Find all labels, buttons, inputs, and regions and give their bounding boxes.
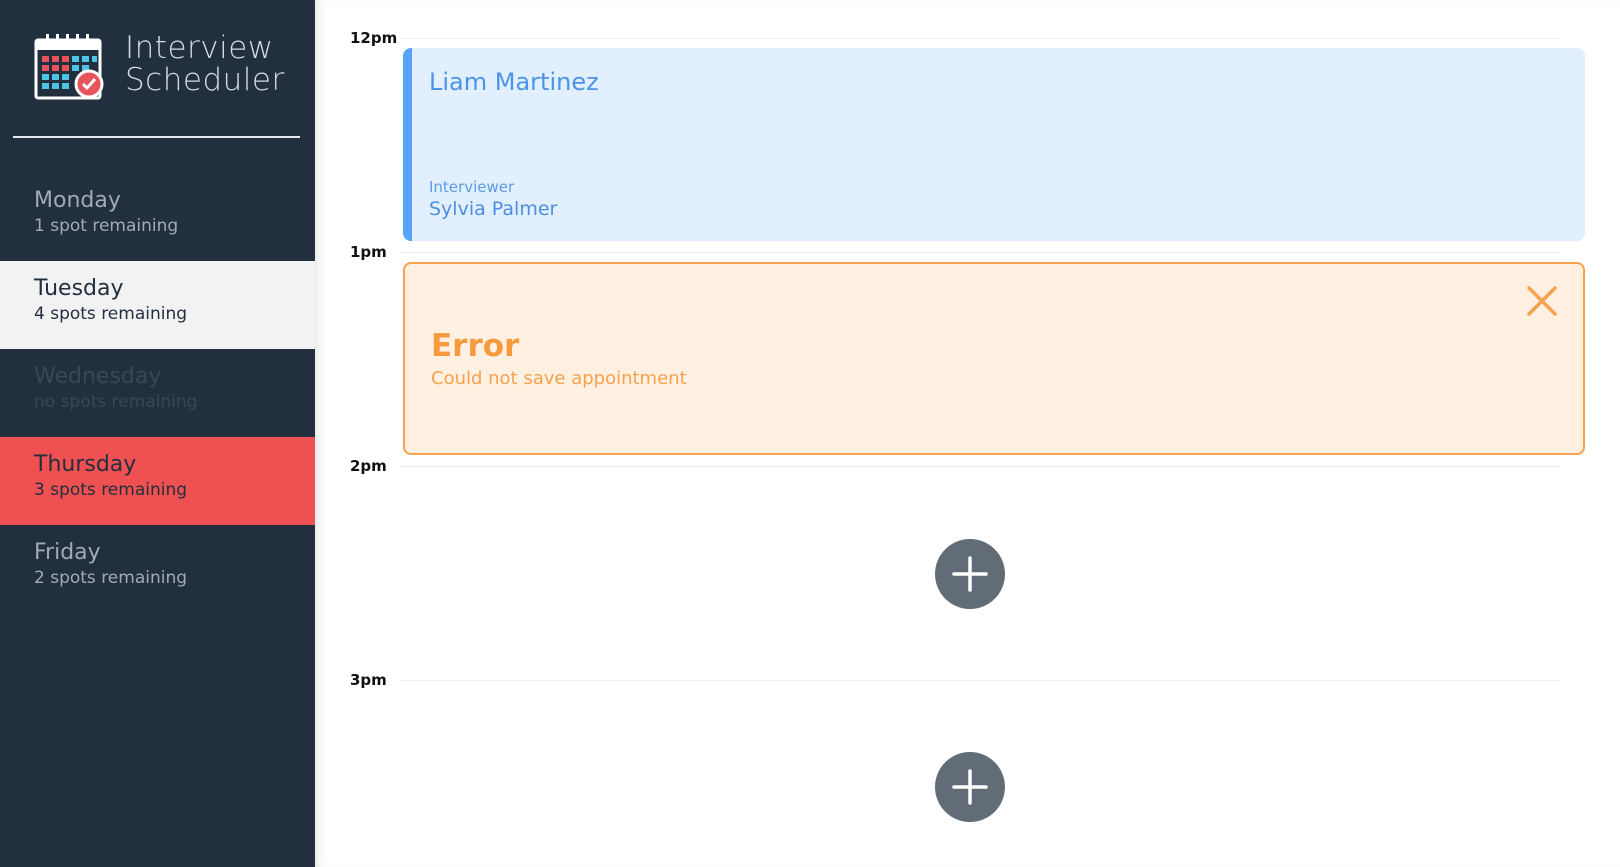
schedule: 12pm 1pm 2pm 3pm Liam Martinez Interview… [315,0,1620,867]
time-label-12pm: 12pm [350,29,398,47]
app-title: Interview Scheduler [125,30,285,98]
day-name: Monday [34,188,121,213]
sidebar: Interview Scheduler Monday 1 spot remain… [0,0,315,867]
day-item-thursday[interactable]: Thursday 3 spots remaining [0,437,315,525]
day-name: Tuesday [34,276,124,301]
plus-icon [935,752,1005,822]
brand: Interview Scheduler [34,30,314,102]
appointment-card[interactable]: Liam Martinez Interviewer Sylvia Palmer [403,48,1585,241]
day-name: Friday [34,540,101,565]
interviewer-name: Sylvia Palmer [429,198,558,220]
time-divider [400,252,1560,253]
app-root: Interview Scheduler Monday 1 spot remain… [0,0,1620,867]
add-appointment-button[interactable] [935,752,1005,822]
time-label-2pm: 2pm [350,457,387,475]
error-card: Error Could not save appointment [403,262,1585,455]
day-item-monday[interactable]: Monday 1 spot remaining [0,173,315,261]
error-title: Error [431,328,520,364]
time-divider [400,38,1560,39]
time-divider [400,680,1560,681]
error-message: Could not save appointment [431,368,687,389]
day-list: Monday 1 spot remaining Tuesday 4 spots … [0,173,315,613]
time-divider [400,466,1560,467]
day-spots: no spots remaining [34,392,198,412]
day-name: Thursday [34,452,137,477]
interviewer-label: Interviewer [429,178,515,196]
add-appointment-button[interactable] [935,539,1005,609]
day-item-friday[interactable]: Friday 2 spots remaining [0,525,315,613]
day-item-wednesday[interactable]: Wednesday no spots remaining [0,349,315,437]
sidebar-divider [13,136,300,138]
day-item-tuesday[interactable]: Tuesday 4 spots remaining [0,261,315,349]
time-label-3pm: 3pm [350,671,387,689]
day-name: Wednesday [34,364,162,389]
day-spots: 4 spots remaining [34,304,188,324]
day-spots: 3 spots remaining [34,480,188,500]
student-name: Liam Martinez [429,68,599,96]
close-icon[interactable] [1525,284,1559,318]
day-spots: 1 spot remaining [34,216,179,236]
plus-icon [935,539,1005,609]
day-spots: 2 spots remaining [34,568,188,588]
calendar-check-icon [34,32,106,102]
time-label-1pm: 1pm [350,243,387,261]
